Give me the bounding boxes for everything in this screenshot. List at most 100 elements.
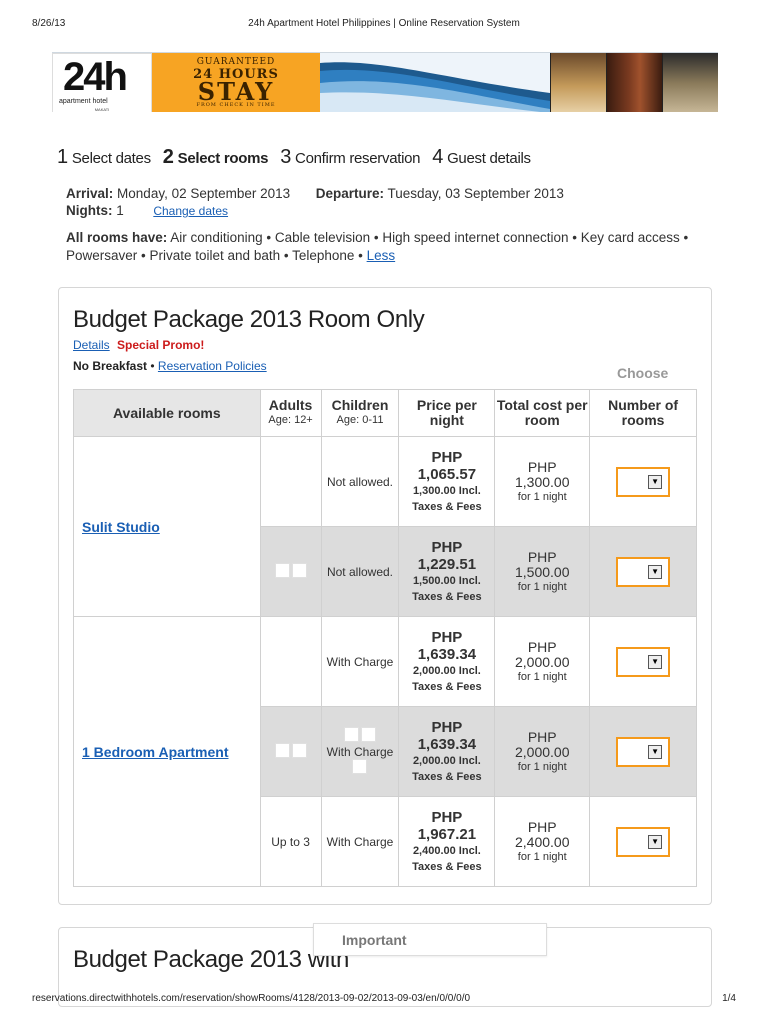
children-cell: With Charge — [320, 796, 400, 887]
adult-icon — [274, 742, 290, 758]
total-nights: for 1 night — [517, 670, 567, 683]
room-count-select[interactable]: ▼ — [616, 466, 671, 497]
child-icon — [343, 726, 359, 742]
rooms-table: Available rooms Adults Age: 12+ Children… — [73, 389, 697, 887]
price-amount: 1,639.34 — [417, 735, 477, 753]
arrival-label: Arrival: — [66, 186, 114, 201]
print-url: reservations.directwithhotels.com/reserv… — [32, 993, 471, 1004]
package-2-title: Budget Package 2013 with — [73, 946, 349, 973]
total-cell: PHP 1,500.00 for 1 night — [494, 526, 591, 617]
departure-label: Departure: — [315, 186, 384, 201]
logo-location: MAKATI — [94, 107, 110, 112]
dropdown-arrow-icon: ▼ — [648, 654, 663, 669]
room-link-sulit-studio[interactable]: Sulit Studio — [82, 519, 160, 535]
important-tab[interactable]: Important — [313, 923, 547, 956]
price-amount: 1,967.21 — [417, 825, 477, 843]
children-cell: With Charge — [320, 706, 400, 797]
room-name-cell: Sulit Studio — [73, 436, 261, 617]
hotel-logo[interactable]: 24h apartment hotel MAKATI — [52, 53, 152, 112]
bullet-separator: • — [150, 359, 155, 373]
price-taxes: Taxes & Fees — [412, 770, 482, 783]
price-cell: PHP 1,639.34 2,000.00 Incl. Taxes & Fees — [398, 706, 496, 797]
logo-text: 24h — [63, 55, 128, 99]
total-currency: PHP — [527, 638, 557, 655]
stay-summary: Arrival: Monday, 02 September 2013 Depar… — [66, 186, 564, 218]
package-links: Details Special Promo! — [73, 338, 204, 352]
no-breakfast-label: No Breakfast — [73, 359, 148, 373]
adults-cell — [259, 526, 322, 617]
room-count-select[interactable]: ▼ — [616, 826, 671, 857]
total-amount: 1,300.00 — [514, 473, 570, 490]
price-cell: PHP 1,065.57 1,300.00 Incl. Taxes & Fees — [398, 436, 496, 527]
dropdown-arrow-icon: ▼ — [648, 474, 663, 489]
total-nights: for 1 night — [517, 760, 567, 773]
adults-cell: Up to 3 — [259, 796, 322, 887]
amenities: All rooms have: Air conditioning • Cable… — [66, 229, 706, 265]
price-cell: PHP 1,639.34 2,000.00 Incl. Taxes & Fees — [398, 616, 496, 707]
total-nights: for 1 night — [517, 850, 567, 863]
dropdown-arrow-icon: ▼ — [648, 744, 663, 759]
step-select-dates[interactable]: 1 Select dates — [57, 146, 151, 169]
total-amount: 2,400.00 — [514, 833, 570, 850]
total-nights: for 1 night — [517, 580, 567, 593]
price-currency: PHP — [431, 628, 463, 646]
price-currency: PHP — [431, 718, 463, 736]
number-cell: ▼ — [589, 526, 697, 617]
step-label: Select dates — [71, 150, 151, 167]
children-cell: With Charge — [320, 616, 400, 707]
step-select-rooms: 2 Select rooms — [163, 146, 269, 169]
room-name-cell: 1 Bedroom Apartment — [73, 616, 261, 887]
price-incl: 2,400.00 Incl. — [412, 844, 481, 857]
room-count-select[interactable]: ▼ — [616, 646, 671, 677]
total-currency: PHP — [527, 728, 557, 745]
col-children-label: Children — [331, 397, 389, 413]
price-taxes: Taxes & Fees — [412, 860, 482, 873]
adult-icon — [291, 562, 307, 578]
number-cell: ▼ — [589, 616, 697, 707]
adults-cell — [259, 706, 322, 797]
total-amount: 2,000.00 — [514, 653, 570, 670]
adults-cell — [259, 436, 322, 527]
col-price-per-night: Price per night — [398, 389, 496, 437]
col-adults-age: Age: 12+ — [268, 414, 313, 426]
package-conditions: No Breakfast • Reservation Policies — [73, 359, 267, 373]
adult-icon — [291, 742, 307, 758]
promo-line-3: STAY — [197, 77, 275, 106]
total-currency: PHP — [527, 548, 557, 565]
price-taxes: Taxes & Fees — [412, 680, 482, 693]
less-link[interactable]: Less — [367, 248, 396, 263]
change-dates-link[interactable]: Change dates — [153, 204, 228, 218]
total-currency: PHP — [527, 818, 557, 835]
col-number-of-rooms: Number of rooms — [589, 389, 697, 437]
number-cell: ▼ — [589, 436, 697, 527]
number-cell: ▼ — [589, 796, 697, 887]
nights-label: Nights: — [66, 203, 113, 218]
table-row: 1 Bedroom Apartment With Charge PHP 1,63… — [73, 616, 697, 887]
reservation-policies-link[interactable]: Reservation Policies — [158, 359, 267, 373]
logo-subtext: apartment hotel — [59, 98, 108, 105]
hotel-photo-bedroom — [550, 53, 606, 112]
children-policy: With Charge — [326, 744, 394, 759]
room-count-select[interactable]: ▼ — [616, 556, 671, 587]
step-label: Guest details — [447, 150, 531, 167]
total-amount: 1,500.00 — [514, 563, 570, 580]
hotel-photo-door — [606, 53, 662, 112]
hotel-banner: 24h apartment hotel MAKATI GUARANTEED 24… — [52, 52, 718, 112]
package-card: Budget Package 2013 Room Only Details Sp… — [58, 287, 712, 905]
price-incl: 1,500.00 Incl. — [412, 574, 481, 587]
price-taxes: Taxes & Fees — [412, 590, 482, 603]
room-link-1-bedroom-apartment[interactable]: 1 Bedroom Apartment — [82, 744, 229, 760]
print-title: 24h Apartment Hotel Philippines | Online… — [248, 18, 520, 29]
dropdown-arrow-icon: ▼ — [648, 834, 663, 849]
step-label: Confirm reservation — [295, 150, 421, 167]
price-incl: 2,000.00 Incl. — [412, 754, 481, 767]
price-amount: 1,065.57 — [417, 465, 477, 483]
room-count-select[interactable]: ▼ — [616, 736, 671, 767]
dropdown-arrow-icon: ▼ — [648, 564, 663, 579]
col-children-age: Age: 0-11 — [336, 414, 384, 426]
price-incl: 1,300.00 Incl. — [412, 484, 481, 497]
details-link[interactable]: Details — [73, 338, 110, 352]
arrival-value: Monday, 02 September 2013 — [117, 186, 291, 201]
adults-cell — [259, 616, 322, 707]
promo-line-1: GUARANTEED — [196, 57, 276, 67]
